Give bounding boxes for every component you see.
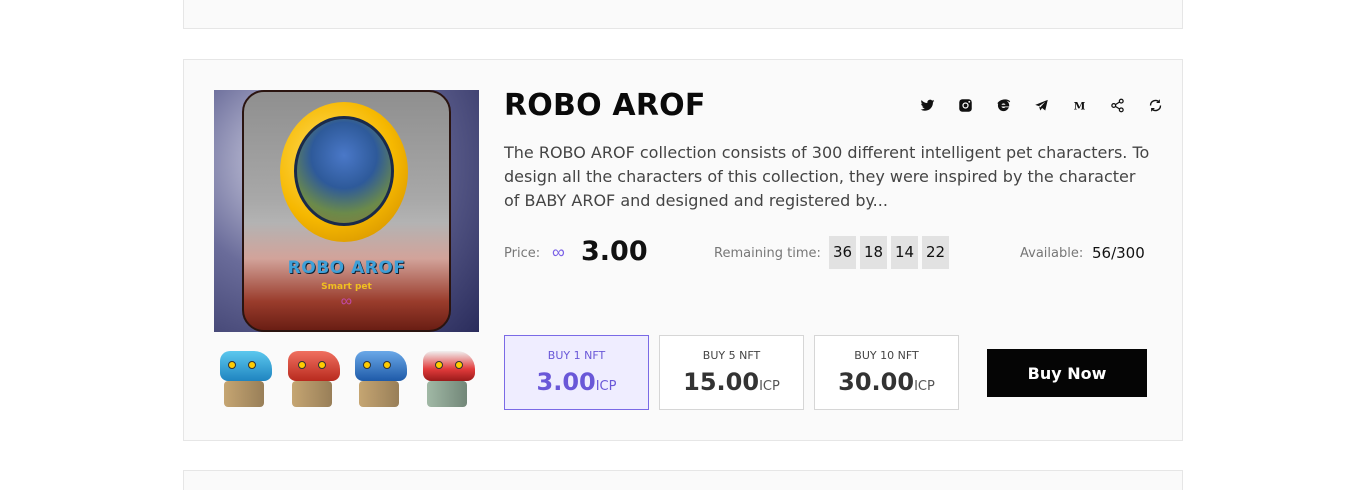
robo-pet-thumb-2[interactable] [282, 337, 344, 411]
thumb-eye [434, 361, 443, 369]
option-unit: ICP [914, 379, 935, 394]
buy-5-nft-option[interactable]: BUY 5 NFT 15.00ICP [659, 335, 804, 410]
available-label: Available: [1020, 246, 1084, 261]
option-price: 3.00ICP [505, 368, 648, 396]
countdown-minutes: 14 [891, 236, 918, 269]
thumbnail-strip [214, 337, 479, 411]
robo-pet-thumb-1[interactable] [214, 337, 276, 411]
image-subtitle-text: Smart pet [321, 282, 372, 292]
countdown-hours: 18 [860, 236, 887, 269]
previous-collection-card [183, 0, 1183, 29]
website-icon[interactable] [984, 98, 1022, 116]
collection-card: ROBO AROF Smart pet ∞ ROBO AROF M The RO… [183, 59, 1183, 441]
collection-main-image[interactable]: ROBO AROF Smart pet ∞ [214, 90, 479, 332]
thumb-legs [359, 381, 400, 407]
option-price: 30.00ICP [815, 368, 958, 396]
collection-description: The ROBO AROF collection consists of 300… [504, 143, 1150, 210]
sale-info-row: Price: ∞ 3.00 Remaining time: 36 18 14 2… [504, 236, 1148, 272]
price-value: 3.00 [581, 236, 648, 267]
icp-currency-icon: ∞ [552, 242, 565, 262]
option-label: BUY 5 NFT [702, 349, 761, 362]
buy-1-nft-option[interactable]: BUY 1 NFT 3.00ICP [504, 335, 649, 410]
thumb-eye [454, 361, 463, 369]
buy-10-nft-option[interactable]: BUY 10 NFT 30.00ICP [814, 335, 959, 410]
remaining-time-label: Remaining time: [714, 246, 821, 261]
countdown-seconds: 22 [922, 236, 949, 269]
collection-title: ROBO AROF [504, 88, 706, 123]
instagram-icon[interactable] [946, 98, 984, 116]
thumb-eye [297, 361, 306, 369]
next-collection-card [183, 470, 1183, 490]
option-unit: ICP [759, 379, 780, 394]
thumb-eye [317, 361, 326, 369]
social-links: M [908, 98, 1174, 116]
option-amount: 15.00 [683, 368, 760, 396]
refresh-icon[interactable] [1136, 98, 1174, 116]
thumb-body [422, 351, 475, 381]
option-amount: 3.00 [536, 368, 596, 396]
thumb-body [287, 351, 340, 381]
option-label: BUY 10 NFT [854, 349, 919, 362]
option-price: 15.00ICP [660, 368, 803, 396]
price-label: Price: [504, 246, 541, 261]
image-coin-artwork [294, 116, 394, 226]
robo-pet-thumb-4[interactable] [417, 337, 479, 411]
medium-icon[interactable]: M [1060, 98, 1098, 116]
thumb-eye [228, 361, 236, 369]
svg-text:M: M [1073, 99, 1085, 112]
buy-now-button[interactable]: Buy Now [987, 349, 1147, 397]
image-infinity-icon: ∞ [340, 293, 353, 310]
option-label: BUY 1 NFT [547, 349, 606, 362]
image-title-text: ROBO AROF [287, 258, 406, 278]
option-unit: ICP [595, 379, 617, 394]
twitter-icon[interactable] [908, 98, 946, 116]
thumb-legs [224, 381, 264, 407]
telegram-icon[interactable] [1022, 98, 1060, 116]
available-value: 56/300 [1092, 244, 1145, 262]
option-amount: 30.00 [838, 368, 915, 396]
thumb-legs [426, 381, 467, 407]
thumb-eye [248, 361, 256, 369]
robo-pet-thumb-3[interactable] [349, 337, 411, 411]
share-icon[interactable] [1098, 98, 1136, 116]
thumb-legs [291, 381, 332, 407]
countdown-days: 36 [829, 236, 856, 269]
countdown-timer: 36 18 14 22 [829, 236, 949, 269]
